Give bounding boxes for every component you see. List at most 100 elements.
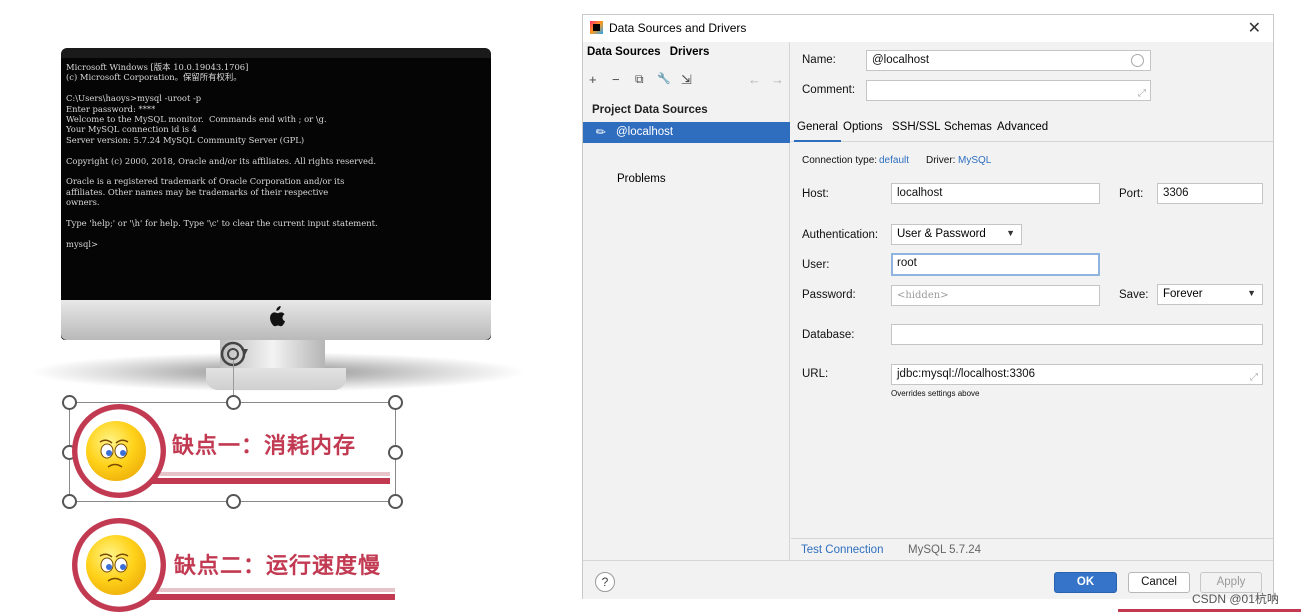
resize-handle-top-left[interactable]	[62, 395, 77, 410]
resize-handle-right[interactable]	[388, 445, 403, 460]
sidebar-toolbar: + − ⧉ 🔧 ⇲ ← →	[589, 72, 789, 90]
csdn-watermark: CSDN @01杭呐	[1192, 592, 1279, 606]
password-label: Password:	[802, 289, 856, 301]
dialog-titlebar: Data Sources and Drivers ✕	[583, 15, 1273, 42]
authentication-select[interactable]: User & Password ▼	[891, 224, 1022, 245]
chevron-down-icon: ▼	[1006, 228, 1015, 238]
terminal-line: Type 'help;' or '\h' for help. Type '\c'…	[66, 217, 378, 228]
sidebar-tabs: Data Sources Drivers	[587, 46, 715, 58]
plug-icon: ✎	[592, 123, 610, 141]
tab-general[interactable]: General	[794, 120, 841, 142]
url-value: jdbc:mysql://localhost:3306	[897, 368, 1036, 380]
terminal-line: Welcome to the MySQL monitor. Commands e…	[66, 113, 327, 124]
data-sources-dialog: Data Sources and Drivers ✕ Data Sources …	[582, 14, 1274, 599]
save-label: Save:	[1119, 289, 1149, 301]
terminal-line: (c) Microsoft Corporation。保留所有权利。	[66, 72, 242, 83]
database-field[interactable]	[891, 324, 1263, 345]
expand-icon[interactable]: ⤢	[1138, 88, 1146, 99]
test-connection-link[interactable]: Test Connection	[801, 544, 883, 556]
port-label: Port:	[1119, 188, 1144, 200]
worried-face-icon	[86, 535, 146, 595]
driver-label: Driver:	[926, 155, 956, 166]
monitor-stand-base	[206, 368, 346, 390]
help-button[interactable]: ?	[595, 572, 615, 592]
data-source-item-localhost[interactable]: ✎ @localhost	[583, 122, 790, 143]
connection-type-link[interactable]: default	[879, 155, 909, 166]
bottom-accent-stripe	[1118, 609, 1301, 612]
url-field[interactable]: jdbc:mysql://localhost:3306 ⤢	[891, 364, 1263, 385]
tab-data-sources[interactable]: Data Sources	[587, 46, 661, 58]
forward-arrow-icon[interactable]: →	[771, 72, 784, 87]
drawback-1-underline	[150, 478, 390, 484]
tab-advanced[interactable]: Advanced	[994, 120, 1051, 142]
terminal-screen: Microsoft Windows [版本 10.0.19043.1706] (…	[61, 58, 491, 300]
apple-logo-icon	[270, 306, 285, 327]
tab-ssh-ssl[interactable]: SSH/SSL	[889, 120, 944, 142]
app-logo-icon	[590, 21, 603, 34]
data-sources-sidebar: Data Sources Drivers + − ⧉ 🔧 ⇲ ← → Proje…	[583, 42, 790, 560]
host-label: Host:	[802, 188, 829, 200]
terminal-line: Oracle is a registered trademark of Orac…	[66, 176, 345, 187]
remove-icon[interactable]: −	[612, 72, 620, 87]
connection-status-bar: Test Connection MySQL 5.7.24	[791, 538, 1273, 560]
resize-handle-bottom[interactable]	[226, 494, 241, 509]
drawback-2-underline	[150, 594, 395, 600]
copy-icon[interactable]: ⧉	[635, 72, 644, 87]
save-select[interactable]: Forever ▼	[1157, 284, 1263, 305]
save-value: Forever	[1163, 288, 1203, 300]
wrench-icon[interactable]: 🔧	[657, 72, 671, 85]
drawback-2-text: 缺点二：运行速度慢	[174, 554, 382, 579]
comment-field[interactable]: ⤢	[866, 80, 1151, 101]
close-icon[interactable]: ✕	[1248, 18, 1261, 38]
terminal-line: Your MySQL connection id is 4	[66, 124, 198, 135]
cancel-button[interactable]: Cancel	[1128, 572, 1190, 593]
terminal-line: Server version: 5.7.24 MySQL Community S…	[66, 134, 305, 145]
terminal-line: mysql>	[66, 238, 99, 249]
terminal-line: Microsoft Windows [版本 10.0.19043.1706]	[66, 62, 249, 72]
expand-icon[interactable]: ⤢	[1250, 372, 1258, 383]
name-field[interactable]: @localhost	[866, 50, 1151, 71]
resize-handle-top[interactable]	[226, 395, 241, 410]
user-label: User:	[802, 259, 830, 271]
dialog-button-bar: ? OK Cancel Apply	[583, 560, 1273, 599]
tab-drivers[interactable]: Drivers	[670, 46, 710, 58]
user-field[interactable]: root	[891, 253, 1100, 276]
add-icon[interactable]: +	[589, 72, 597, 87]
database-label: Database:	[802, 329, 855, 341]
tab-options[interactable]: Options	[840, 120, 886, 142]
back-arrow-icon[interactable]: ←	[748, 72, 761, 87]
driver-link[interactable]: MySQL	[958, 155, 991, 166]
resize-handle-bottom-right[interactable]	[388, 494, 403, 509]
resize-handle-bottom-left[interactable]	[62, 494, 77, 509]
terminal-line: owners.	[66, 197, 100, 208]
import-icon[interactable]: ⇲	[681, 72, 692, 88]
drawback-1-text: 缺点一：消耗内存	[172, 434, 357, 459]
terminal-line: Enter password: ****	[66, 103, 156, 114]
name-value: @localhost	[872, 54, 930, 66]
password-field[interactable]: <hidden>	[891, 285, 1100, 306]
dialog-title: Data Sources and Drivers	[609, 21, 747, 35]
url-label: URL:	[802, 368, 829, 380]
port-field[interactable]: 3306	[1157, 183, 1263, 204]
host-field[interactable]: localhost	[891, 183, 1100, 204]
authentication-label: Authentication:	[802, 229, 879, 241]
tab-schemas[interactable]: Schemas	[941, 120, 995, 142]
problems-item[interactable]: Problems	[617, 173, 666, 185]
ok-button[interactable]: OK	[1054, 572, 1117, 593]
resize-handle-top-right[interactable]	[388, 395, 403, 410]
terminal-line: C:\Users\haoys>mysql -uroot -p	[66, 93, 202, 104]
comment-label: Comment:	[802, 84, 856, 96]
color-picker-icon[interactable]	[1131, 54, 1144, 67]
terminal-line: affiliates. Other names may be trademark…	[66, 186, 329, 197]
drawback-2-underline-light	[120, 588, 395, 592]
rotate-handle-icon[interactable]	[219, 339, 249, 369]
server-version: MySQL 5.7.24	[908, 544, 982, 556]
data-source-label: @localhost	[616, 126, 674, 138]
terminal-line: Copyright (c) 2000, 2018, Oracle and/or …	[66, 155, 376, 166]
name-label: Name:	[802, 54, 836, 66]
data-source-settings: Name: @localhost Comment: ⤢ General Opti…	[791, 42, 1273, 560]
